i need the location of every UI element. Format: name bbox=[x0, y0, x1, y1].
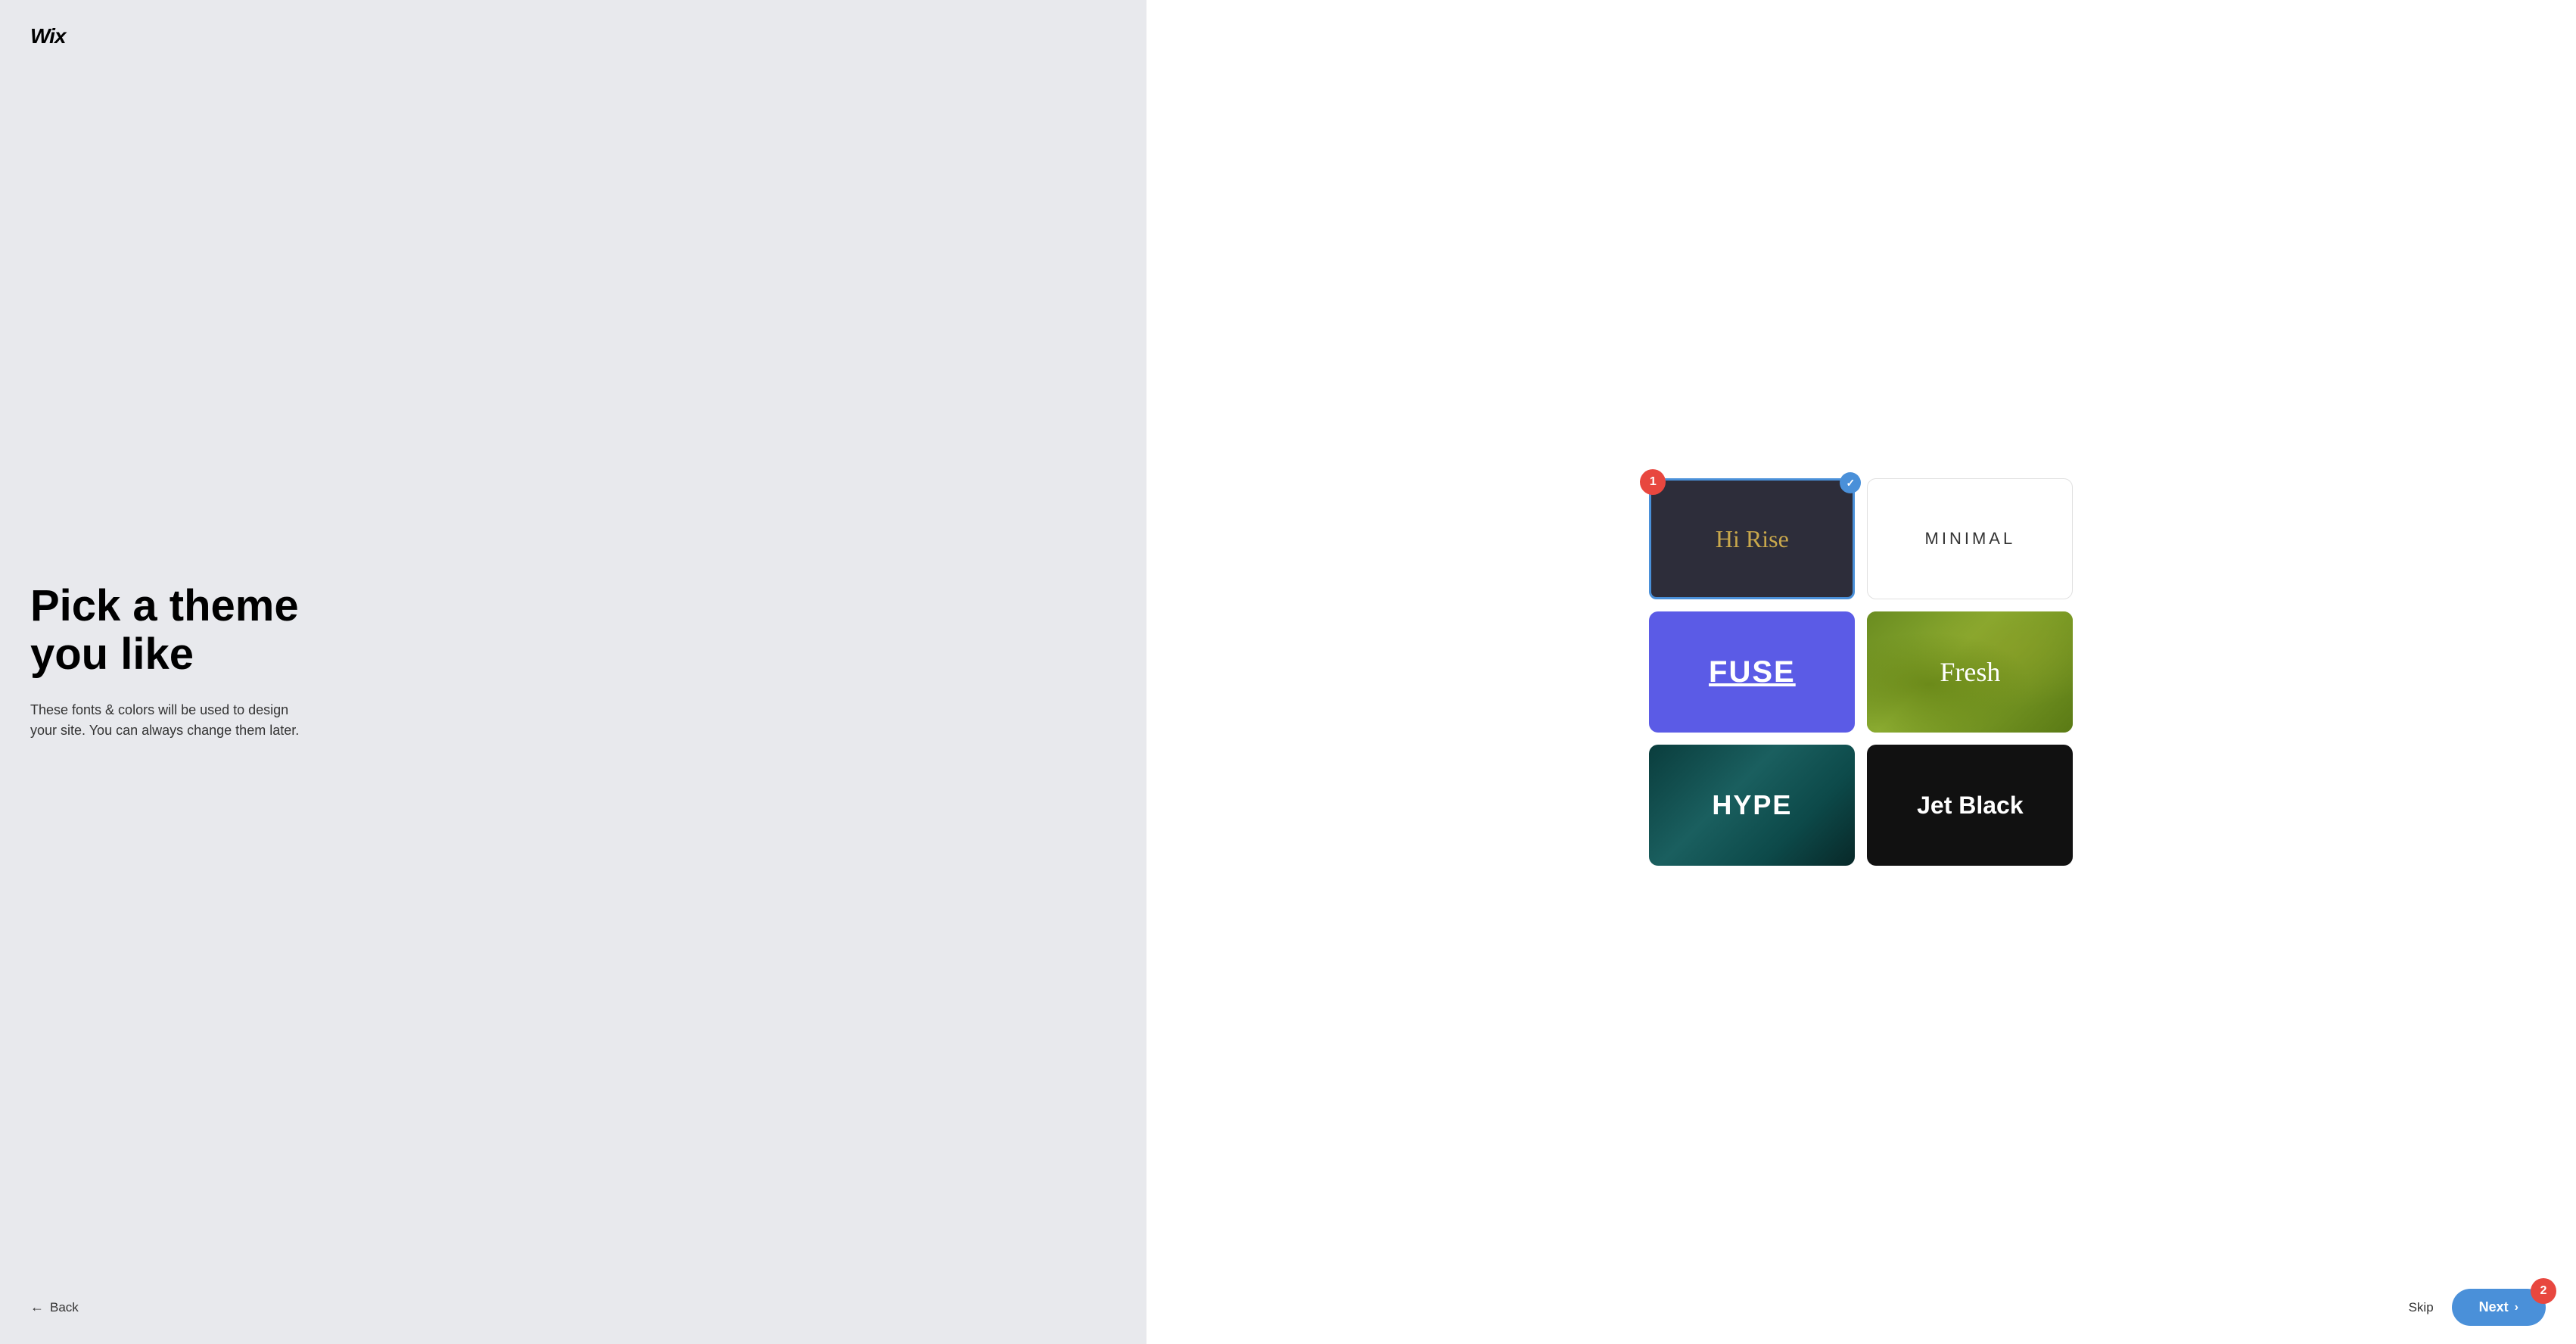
theme-card-minimal[interactable]: MINIMAL bbox=[1867, 478, 2073, 599]
jet-black-label: Jet Black bbox=[1917, 792, 2024, 820]
next-label: Next bbox=[2479, 1299, 2509, 1315]
theme-minimal-inner: MINIMAL bbox=[1867, 478, 2073, 599]
badge-2: 2 bbox=[2531, 1278, 2556, 1304]
back-arrow-icon: ← bbox=[30, 1299, 44, 1315]
fuse-label: FUSE bbox=[1709, 655, 1796, 689]
theme-card-jet-black[interactable]: Jet Black bbox=[1867, 745, 2073, 866]
theme-card-hi-rise[interactable]: 1 Hi Rise bbox=[1649, 478, 1855, 599]
hi-rise-label: Hi Rise bbox=[1716, 525, 1789, 553]
right-nav: Skip 2 Next › bbox=[2409, 1289, 2546, 1326]
wix-logo: Wix bbox=[30, 24, 1116, 48]
theme-jet-black-inner: Jet Black bbox=[1867, 745, 2073, 866]
left-panel: Wix Pick a theme you like These fonts & … bbox=[0, 0, 1146, 1344]
page-subtext: These fonts & colors will be used to des… bbox=[30, 700, 303, 741]
left-content: Pick a theme you like These fonts & colo… bbox=[30, 48, 1116, 1320]
theme-grid: 1 Hi Rise MINIMAL FUSE Fresh bbox=[1649, 478, 2073, 866]
back-button[interactable]: ← Back bbox=[30, 1299, 79, 1315]
theme-card-fresh[interactable]: Fresh bbox=[1867, 611, 2073, 733]
next-btn-wrapper: 2 Next › bbox=[2452, 1289, 2546, 1326]
theme-fuse-inner: FUSE bbox=[1649, 611, 1855, 733]
next-arrow-icon: › bbox=[2515, 1301, 2518, 1314]
theme-card-fuse[interactable]: FUSE bbox=[1649, 611, 1855, 733]
back-label: Back bbox=[50, 1300, 79, 1315]
selected-checkmark bbox=[1840, 472, 1861, 493]
right-panel: 1 Hi Rise MINIMAL FUSE Fresh bbox=[1146, 0, 2576, 1344]
theme-hype-inner: HYPE bbox=[1649, 745, 1855, 866]
skip-button[interactable]: Skip bbox=[2409, 1300, 2434, 1315]
bottom-nav: ← Back Skip 2 Next › bbox=[0, 1271, 2576, 1344]
theme-card-hype[interactable]: HYPE bbox=[1649, 745, 1855, 866]
fresh-label: Fresh bbox=[1940, 656, 2000, 688]
page-heading: Pick a theme you like bbox=[30, 582, 1116, 679]
theme-fresh-inner: Fresh bbox=[1867, 611, 2073, 733]
theme-hi-rise-inner: Hi Rise bbox=[1649, 478, 1855, 599]
hype-label: HYPE bbox=[1712, 789, 1792, 821]
minimal-label: MINIMAL bbox=[1925, 529, 2016, 549]
